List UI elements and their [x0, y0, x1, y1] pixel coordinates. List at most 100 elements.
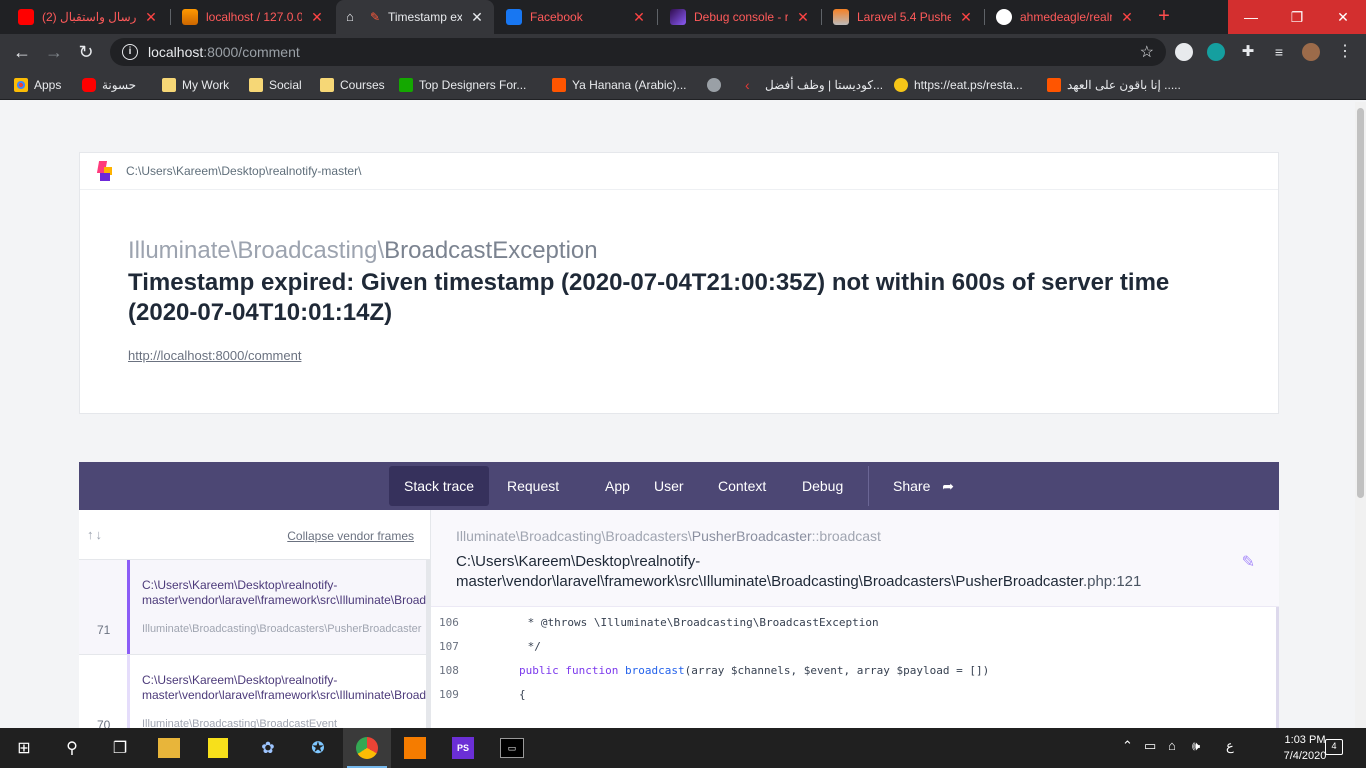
back-button[interactable]: ←	[10, 40, 34, 64]
url-text: localhost:8000/comment	[148, 44, 300, 60]
minimize-button[interactable]: —	[1228, 0, 1274, 34]
terminal-icon[interactable]: ▭	[500, 738, 524, 758]
home-icon: ⌂	[346, 9, 354, 24]
input-language[interactable]: ع	[1226, 738, 1234, 754]
extension-icon[interactable]	[1175, 43, 1193, 61]
collapse-vendor-frames-link[interactable]: Collapse vendor frames	[287, 529, 414, 543]
xampp-icon[interactable]	[404, 737, 426, 759]
folder-icon	[320, 78, 334, 92]
browser-tab[interactable]: Laravel 5.4 Pusher ✕	[823, 0, 983, 34]
info-icon[interactable]: i	[122, 44, 138, 60]
taskbar-clock[interactable]: 1:03 PM 7/4/2020	[1280, 732, 1330, 764]
frames-list: ↑↓ Collapse vendor frames C:\Users\Karee…	[79, 510, 431, 728]
soundcloud-icon	[1047, 78, 1061, 92]
youtube-icon	[82, 78, 96, 92]
bookmark-folder[interactable]: My Work	[162, 76, 229, 94]
search-icon[interactable]: ⚲	[60, 736, 84, 760]
eat-icon	[894, 78, 908, 92]
extension-icon[interactable]	[1207, 43, 1225, 61]
close-window-button[interactable]: ✕	[1320, 0, 1366, 34]
tab-debug[interactable]: Debug	[787, 466, 858, 506]
page-scroll-thumb[interactable]	[1357, 108, 1364, 498]
codista-icon: ‹	[745, 77, 750, 93]
notification-center-icon[interactable]: 4	[1325, 739, 1343, 755]
frame-number: 70	[97, 718, 111, 728]
bookmark-apps[interactable]: Apps	[14, 76, 61, 94]
browser-tab[interactable]: Facebook ✕	[496, 0, 656, 34]
task-view-icon[interactable]: ❐	[108, 736, 132, 760]
sticky-notes-icon[interactable]	[208, 738, 228, 758]
frame-method: Illuminate\Broadcasting\Broadcasters\Pus…	[456, 528, 881, 544]
exception-class: Illuminate\Broadcasting\BroadcastExcepti…	[128, 237, 598, 264]
code-line: 108 public function broadcast(array $chan…	[439, 664, 990, 677]
tab-app[interactable]: App	[590, 466, 645, 506]
bookmark-star-icon[interactable]: ☆	[1140, 42, 1154, 62]
close-tab-icon[interactable]: ✕	[310, 9, 324, 26]
code-line: 106 * @throws \Illuminate\Broadcasting\B…	[439, 616, 879, 629]
bookmark[interactable]: حسونة	[82, 76, 136, 94]
media-control-icon[interactable]: ≡	[1270, 43, 1288, 61]
project-path: C:\Users\Kareem\Desktop\realnotify-maste…	[126, 164, 362, 178]
chevron-up-icon[interactable]: ⌃	[1122, 738, 1133, 754]
code-line: 107 */	[439, 640, 541, 653]
frame-class: Illuminate\Broadcasting\BroadcastEvent	[142, 718, 338, 728]
frame-number: 71	[97, 623, 111, 637]
new-tab-button[interactable]: +	[1153, 6, 1175, 28]
reload-button[interactable]: ↻	[74, 40, 98, 64]
paint-icon[interactable]: ✿	[256, 736, 280, 760]
tab-request[interactable]: Request	[492, 466, 574, 506]
bookmark-folder[interactable]: Social	[249, 76, 302, 94]
phpmyadmin-icon	[182, 9, 198, 25]
browser-tab[interactable]: ahmedeagle/realnotify ✕	[986, 0, 1144, 34]
puzzle-icon[interactable]: ✚	[1239, 43, 1257, 61]
stackoverflow-icon	[833, 9, 849, 25]
close-tab-icon[interactable]: ✕	[796, 9, 810, 26]
frame-file-path: C:\Users\Kareem\Desktop\realnotify-maste…	[456, 553, 1142, 590]
tab-share[interactable]: Share ➦	[878, 466, 969, 506]
bookmark[interactable]: إنا باقون على العهد .....	[1047, 76, 1181, 94]
close-tab-icon[interactable]: ✕	[144, 9, 158, 26]
tab-user[interactable]: User	[639, 466, 699, 506]
close-tab-icon[interactable]: ✕	[1120, 9, 1134, 26]
tab-context[interactable]: Context	[703, 466, 781, 506]
battery-icon[interactable]: ▭	[1144, 738, 1156, 754]
stack-trace-panel: ↑↓ Collapse vendor frames C:\Users\Karee…	[79, 510, 1279, 728]
code-snippet: 106 * @throws \Illuminate\Broadcasting\B…	[431, 607, 1279, 728]
bookmark[interactable]: Top Designers For...	[399, 76, 526, 94]
browser-tab[interactable]: localhost / 127.0.0.1 ✕	[172, 0, 334, 34]
phpstorm-icon[interactable]: PS	[452, 737, 474, 759]
code-header: Illuminate\Broadcasting\Broadcasters\Pus…	[431, 510, 1279, 607]
close-tab-icon[interactable]: ✕	[470, 9, 484, 26]
stack-frame-selected[interactable]: C:\Users\Kareem\Desktop\realnotify-maste…	[79, 560, 430, 655]
stack-frame[interactable]: C:\Users\Kareem\Desktop\realnotify-maste…	[79, 655, 430, 728]
request-url-link[interactable]: http://localhost:8000/comment	[128, 348, 301, 363]
close-tab-icon[interactable]: ✕	[632, 9, 646, 26]
browser-tab[interactable]: (2) ‏#004 ارسال واستقبال ✕	[8, 0, 168, 34]
pusher-icon	[670, 9, 686, 25]
file-explorer-icon[interactable]	[158, 738, 180, 758]
frames-scrollbar[interactable]	[426, 560, 430, 728]
page-scrollbar[interactable]	[1355, 102, 1366, 728]
edit-pencil-icon[interactable]: ✎	[1242, 552, 1255, 572]
browser-tab[interactable]: Debug console - realnotify ✕	[660, 0, 820, 34]
tab-stack-trace[interactable]: Stack trace	[389, 466, 490, 506]
restore-button[interactable]: ❐	[1274, 0, 1320, 34]
frame-nav-arrows-icon[interactable]: ↑↓	[87, 527, 104, 542]
bookmark[interactable]: https://eat.ps/resta...	[894, 76, 1023, 94]
network-icon[interactable]: ⌂	[1168, 738, 1176, 753]
volume-icon[interactable]: 🕪	[1192, 738, 1200, 754]
avatar[interactable]	[1302, 43, 1320, 61]
forward-button[interactable]: →	[42, 40, 66, 64]
bookmark[interactable]	[707, 76, 727, 94]
bookmark-folder[interactable]: Courses	[320, 76, 385, 94]
bookmark[interactable]: Ya Hanana (Arabic)...	[552, 76, 687, 94]
chrome-taskbar-icon[interactable]	[343, 728, 391, 768]
windows-start-icon[interactable]: ⊞	[12, 736, 36, 760]
bookmark[interactable]: ‹ كوديستا | وظف أفضل...	[745, 76, 883, 94]
compass-app-icon[interactable]: ✪	[306, 736, 330, 760]
menu-icon[interactable]: ⋮	[1336, 43, 1354, 61]
browser-tab-active[interactable]: ⌂ ✎ Timestamp expired ✕	[336, 0, 494, 34]
exception-card: C:\Users\Kareem\Desktop\realnotify-maste…	[79, 152, 1279, 414]
address-bar[interactable]: i localhost:8000/comment ☆	[110, 38, 1166, 66]
close-tab-icon[interactable]: ✕	[959, 9, 973, 26]
